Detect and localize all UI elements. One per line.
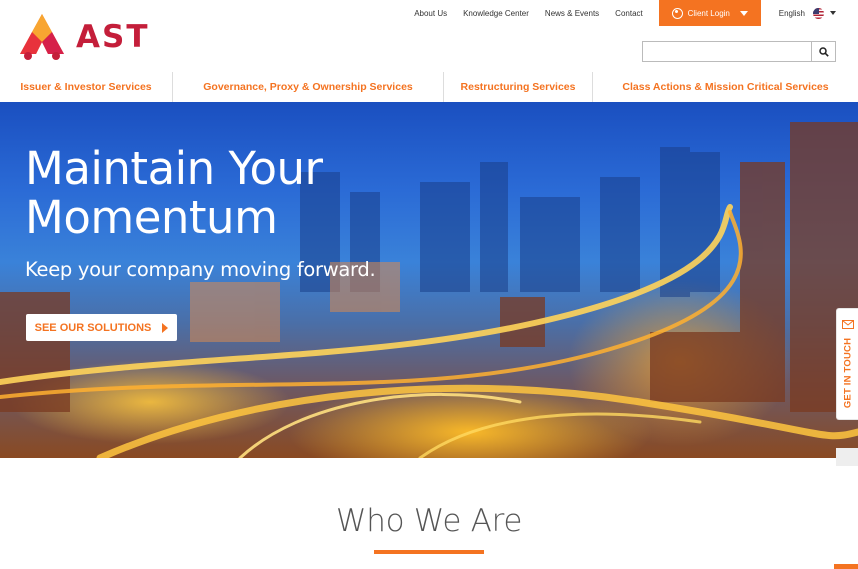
hero-title-line-2: Momentum xyxy=(25,191,278,244)
section-title-underline xyxy=(374,550,484,554)
get-in-touch-label: GET IN TOUCH xyxy=(842,337,853,409)
ast-logo-mark-icon xyxy=(20,14,64,60)
nav-link-knowledge-center[interactable]: Knowledge Center xyxy=(463,9,529,18)
search-button[interactable] xyxy=(811,42,835,61)
chevron-down-icon xyxy=(739,10,748,16)
logo-text: AST xyxy=(76,18,150,55)
hero-banner: Maintain Your Momentum Keep your company… xyxy=(0,102,858,458)
search-box xyxy=(642,41,836,62)
chevron-down-icon xyxy=(830,11,836,15)
logo[interactable]: AST xyxy=(18,14,149,60)
see-our-solutions-button[interactable]: SEE OUR SOLUTIONS xyxy=(26,314,177,341)
client-login-label: Client Login xyxy=(687,8,730,18)
main-nav: Issuer & Investor Services Governance, P… xyxy=(0,72,858,102)
nav-link-about-us[interactable]: About Us xyxy=(414,9,447,18)
get-in-touch-tab[interactable]: GET IN TOUCH xyxy=(836,308,858,420)
nav-link-news-events[interactable]: News & Events xyxy=(545,9,599,18)
hero-subtitle: Keep your company moving forward. xyxy=(25,258,376,281)
scroll-tab xyxy=(836,448,858,466)
arrow-right-icon xyxy=(162,322,169,333)
nav-link-contact[interactable]: Contact xyxy=(615,9,643,18)
hero-title: Maintain Your Momentum xyxy=(25,144,323,242)
nav-restructuring-services[interactable]: Restructuring Services xyxy=(444,72,593,102)
client-login-button[interactable]: Client Login xyxy=(658,0,761,26)
envelope-icon xyxy=(842,320,854,329)
hero-title-line-1: Maintain Your xyxy=(25,142,323,195)
corner-tab xyxy=(834,564,858,569)
nav-class-actions-mission-critical-services[interactable]: Class Actions & Mission Critical Service… xyxy=(593,72,858,102)
nav-issuer-investor-services[interactable]: Issuer & Investor Services xyxy=(0,72,173,102)
language-selector[interactable]: English xyxy=(778,7,836,19)
search-icon xyxy=(818,46,829,57)
nav-governance-proxy-ownership-services[interactable]: Governance, Proxy & Ownership Services xyxy=(173,72,444,102)
language-label: English xyxy=(778,8,805,18)
utility-nav: About Us Knowledge Center News & Events … xyxy=(414,0,858,26)
section-title-who-we-are: Who We Are xyxy=(335,503,523,539)
site-header: AST About Us Knowledge Center News & Eve… xyxy=(0,0,858,72)
user-icon xyxy=(671,7,683,19)
cta-label: SEE OUR SOLUTIONS xyxy=(34,321,152,334)
us-flag-icon xyxy=(813,7,824,19)
search-input[interactable] xyxy=(643,42,811,61)
